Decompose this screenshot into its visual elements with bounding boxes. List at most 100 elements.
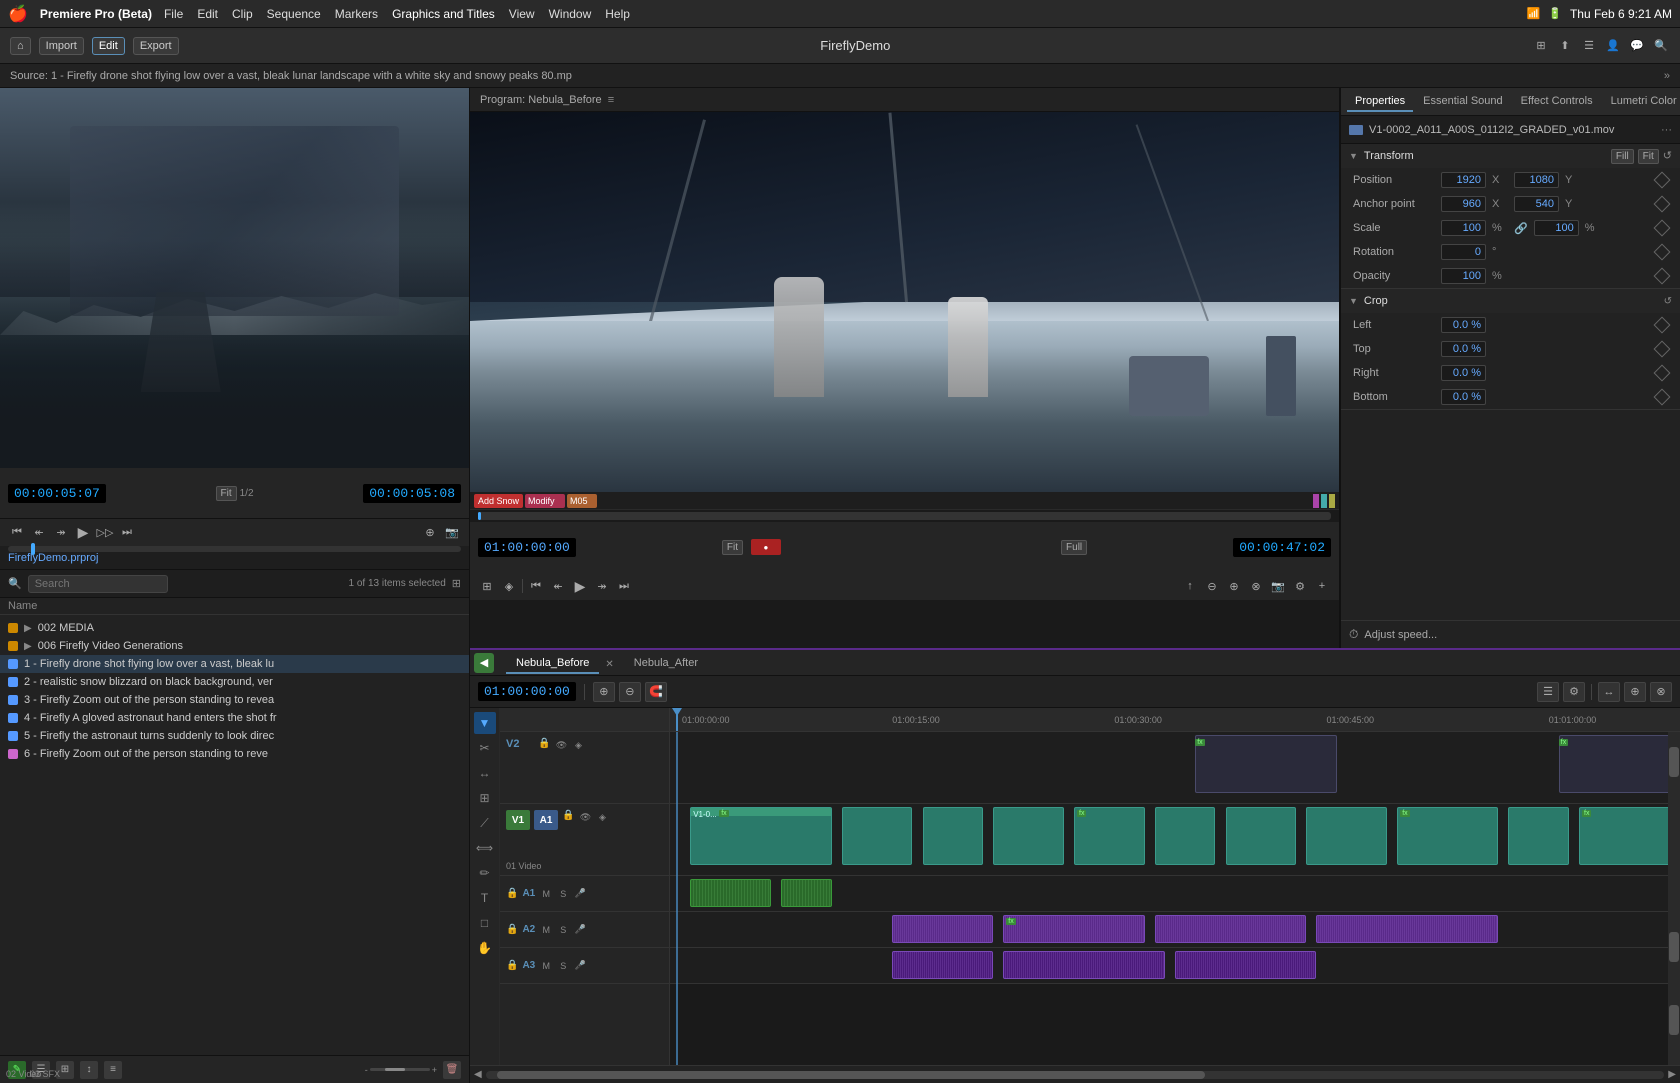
clip-a3-3[interactable] (1175, 951, 1316, 979)
program-duration[interactable]: 00:00:47:02 (1233, 538, 1331, 557)
list-item[interactable]: 4 - Firefly A gloved astronaut hand ente… (0, 709, 469, 727)
crop-reset[interactable]: ↺ (1664, 296, 1672, 307)
menu-clip[interactable]: Clip (232, 7, 253, 21)
transform-reset[interactable]: ↺ (1663, 149, 1672, 164)
program-header-menu[interactable]: ≡ (608, 94, 614, 106)
toolbar-icon-5[interactable]: 💬 (1628, 37, 1646, 55)
clip-v1-4[interactable] (993, 807, 1064, 865)
timeline-tab-nebula-before[interactable]: Nebula_Before (506, 654, 599, 674)
toolbar-icon-1[interactable]: ⊞ (1532, 37, 1550, 55)
scale-keyframe[interactable] (1654, 220, 1671, 237)
crop-top-keyframe[interactable] (1654, 341, 1671, 358)
clip-v1-main[interactable]: V1-0... fx (690, 807, 831, 865)
rotation-val[interactable]: 0 (1441, 244, 1486, 260)
program-fit-dropdown[interactable]: Fit (722, 540, 743, 555)
search-input[interactable] (28, 575, 168, 593)
scale-h[interactable]: 100 (1534, 220, 1579, 236)
clip-a3-1[interactable] (892, 951, 993, 979)
opacity-val[interactable]: 100 (1441, 268, 1486, 284)
crop-section-header[interactable]: ▼ Crop ↺ (1341, 289, 1680, 313)
timeline-horizontal-scrollbar[interactable] (486, 1071, 1665, 1079)
timeline-nav-arrow[interactable]: ◀ (474, 653, 494, 673)
tl-tool-pen[interactable]: ✏ (474, 862, 496, 884)
track-v1-lock[interactable]: 🔒 (562, 810, 574, 821)
export-button[interactable]: Export (133, 37, 179, 55)
tl-timeline-display[interactable]: ☰ (1537, 682, 1559, 702)
tl-tool-slip[interactable]: ⟺ (474, 837, 496, 859)
track-v1-active[interactable]: V1 (506, 810, 530, 830)
tl-tool-shape[interactable]: □ (474, 912, 496, 934)
fit-btn[interactable]: Fit (1638, 149, 1659, 164)
track-v1-eye[interactable]: 👁 (578, 810, 592, 824)
effect-m05[interactable]: M05 (567, 494, 597, 508)
track-v1-ghost[interactable]: ◈ (595, 810, 609, 824)
list-item[interactable]: 6 - Firefly Zoom out of the person stand… (0, 745, 469, 763)
source-play-btn[interactable]: ▶ (74, 524, 92, 542)
list-item[interactable]: ▶ 006 Firefly Video Generations (0, 637, 469, 655)
clip-v1-6[interactable] (1155, 807, 1216, 865)
source-jog-bar[interactable] (8, 546, 461, 552)
project-filename[interactable]: FireflyDemo.prproj (8, 552, 98, 564)
tl-tool-ripple[interactable]: ↔ (474, 762, 496, 784)
track-a2-mute[interactable]: M (539, 923, 553, 937)
track-a3-mute[interactable]: M (539, 959, 553, 973)
timeline-ruler[interactable]: 01:00:00:00 01:00:15:00 01:00:30:00 01:0… (670, 708, 1680, 732)
tl-tool-razor[interactable]: ⟋ (474, 812, 496, 834)
program-step-fwd[interactable]: ↠ (593, 577, 611, 595)
opacity-keyframe[interactable] (1654, 268, 1671, 285)
crop-right-val[interactable]: 0.0 % (1441, 365, 1486, 381)
program-timecode[interactable]: 01:00:00:00 (478, 538, 576, 557)
program-mark-in[interactable]: ⏮ (527, 577, 545, 595)
tl-snap[interactable]: 🧲 (645, 682, 667, 702)
transform-section-header[interactable]: ▼ Transform Fill Fit ↺ (1341, 144, 1680, 168)
menu-graphics[interactable]: Graphics and Titles (392, 7, 495, 21)
fill-btn[interactable]: Fill (1611, 149, 1634, 164)
track-a1-target[interactable]: A1 (534, 810, 558, 830)
menu-view[interactable]: View (509, 7, 535, 21)
project-view-icon[interactable]: ⊞ (452, 577, 461, 590)
source-mark-out[interactable]: ⏭ (118, 524, 136, 542)
scroll-right-arrow[interactable]: ▶ (1668, 1069, 1676, 1080)
tl-add-tracks[interactable]: ⊕ (593, 682, 615, 702)
program-camera[interactable]: 📷 (1269, 577, 1287, 595)
clip-v1-10[interactable] (1508, 807, 1569, 865)
tl-tool-select[interactable]: ▼ (474, 712, 496, 734)
apple-logo[interactable]: 🍎 (8, 4, 28, 24)
clip-a1-1[interactable] (690, 879, 771, 907)
anchor-y[interactable]: 540 (1514, 196, 1559, 212)
tl-tool-roll[interactable]: ⊞ (474, 787, 496, 809)
record-btn[interactable]: ● (751, 539, 781, 555)
track-a1-solo[interactable]: S (556, 887, 570, 901)
program-jog-bar[interactable] (478, 512, 1331, 520)
tl-tool-hand[interactable]: ✋ (474, 937, 496, 959)
clip-v1-3[interactable] (923, 807, 984, 865)
program-settings[interactable]: ⚙ (1291, 577, 1309, 595)
toolbar-icon-4[interactable]: 👤 (1604, 37, 1622, 55)
tab-properties[interactable]: Properties (1347, 92, 1413, 112)
source-duration[interactable]: 00:00:05:08 (363, 484, 461, 503)
crop-left-val[interactable]: 0.0 % (1441, 317, 1486, 333)
clip-v1-11[interactable]: fx (1579, 807, 1670, 865)
source-camera[interactable]: 📷 (443, 524, 461, 542)
tl-overwrite[interactable]: ⊗ (1650, 682, 1672, 702)
program-insert[interactable]: ⊕ (1225, 577, 1243, 595)
clip-a2-1[interactable] (892, 915, 993, 943)
track-a3-solo[interactable]: S (556, 959, 570, 973)
source-play-fwd[interactable]: ▷▷ (96, 524, 114, 542)
tl-settings[interactable]: ⚙ (1563, 682, 1585, 702)
toolbar-icon-2[interactable]: ⬆ (1556, 37, 1574, 55)
menu-markers[interactable]: Markers (335, 7, 378, 21)
clip-a3-2[interactable] (1003, 951, 1165, 979)
track-a1-mute[interactable]: M (539, 887, 553, 901)
position-y[interactable]: 1080 (1514, 172, 1559, 188)
source-mark-in[interactable]: ⏮ (8, 524, 26, 542)
tl-tool-text[interactable]: T (474, 887, 496, 909)
menu-sequence[interactable]: Sequence (267, 7, 321, 21)
zoom-minus[interactable]: - (365, 1065, 368, 1075)
timeline-tab-close[interactable]: ✕ (605, 659, 613, 670)
position-x[interactable]: 1920 (1441, 172, 1486, 188)
track-a2-lock[interactable]: 🔒 (506, 924, 518, 935)
footer-icon-sort[interactable]: ↕ (80, 1061, 98, 1079)
tl-remove-tracks[interactable]: ⊖ (619, 682, 641, 702)
source-step-back[interactable]: ↞ (30, 524, 48, 542)
